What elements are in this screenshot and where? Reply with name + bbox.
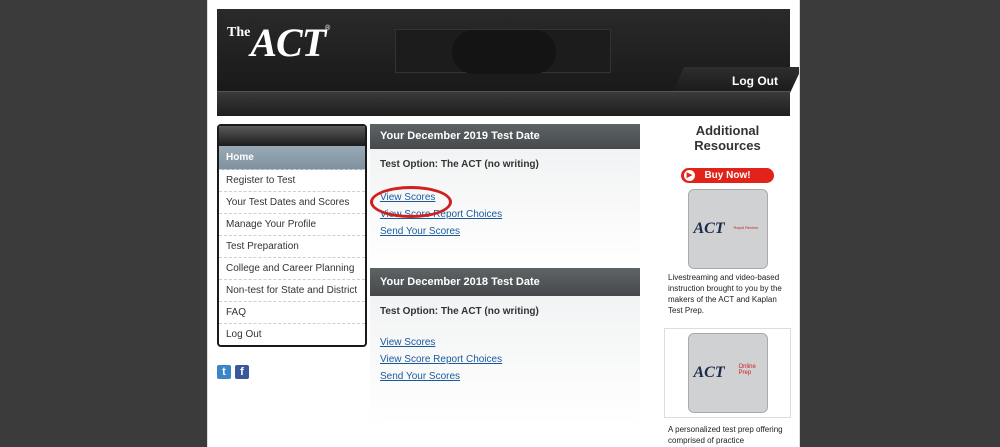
social-links: tf xyxy=(217,362,253,380)
resource-description: A personalized test prep offering compri… xyxy=(668,425,783,445)
redacted-area xyxy=(395,29,611,74)
twitter-icon[interactable]: t xyxy=(217,365,231,379)
test-date-panel-2019: Your December 2019 Test Date Test Option… xyxy=(370,124,640,269)
nav-item-college-career[interactable]: College and Career Planning xyxy=(219,258,365,280)
panel-body: Test Option: The ACT (no writing) View S… xyxy=(370,149,640,269)
nav-item-non-test[interactable]: Non-test for State and District xyxy=(219,280,365,302)
logo-the: The xyxy=(227,25,251,40)
tile-act-word: ACT xyxy=(693,220,725,237)
logo-registered: ® xyxy=(325,25,331,32)
rapid-review-tile[interactable]: ACT Rapid Review xyxy=(687,189,768,269)
header-banner: TheACT® Log Out xyxy=(217,9,799,116)
logo-act: ACT xyxy=(250,20,326,65)
act-logo[interactable]: TheACT® xyxy=(227,19,330,66)
additional-resources: Additional Resources ▶ Buy Now! ACT Rapi… xyxy=(664,123,791,447)
sidebar-nav: Home Register to Test Your Test Dates an… xyxy=(217,124,367,347)
resources-title: Additional Resources xyxy=(694,123,761,153)
panel-links: View Scores View Score Report Choices Se… xyxy=(380,337,630,382)
redaction-blob xyxy=(452,30,556,74)
test-option-text: Test Option: The ACT (no writing) xyxy=(380,159,539,170)
facebook-icon[interactable]: f xyxy=(235,365,249,379)
nav-item-test-dates-scores[interactable]: Your Test Dates and Scores xyxy=(219,192,365,214)
view-score-report-choices-link[interactable]: View Score Report Choices xyxy=(380,354,630,365)
page-container: TheACT® Log Out Home Register to Test Yo… xyxy=(207,0,800,447)
header-bottom-bar xyxy=(217,91,790,116)
tile-sub-label: Online Prep xyxy=(738,364,756,376)
test-date-panel-2018: Your December 2018 Test Date Test Option… xyxy=(370,268,640,426)
panel-links: View Scores View Score Report Choices Se… xyxy=(370,186,630,237)
send-your-scores-link[interactable]: Send Your Scores xyxy=(380,371,630,382)
nav-item-home[interactable]: Home xyxy=(219,146,365,170)
panel-title: Your December 2018 Test Date xyxy=(370,268,640,296)
test-option-text: Test Option: The ACT (no writing) xyxy=(380,306,539,317)
resource-card-online-prep: ACT Online Prep xyxy=(664,328,791,418)
nav-item-logout[interactable]: Log Out xyxy=(219,324,365,345)
panel-body: Test Option: The ACT (no writing) View S… xyxy=(370,296,640,426)
tile-act-word: ACT xyxy=(693,364,725,381)
nav-header-bar xyxy=(219,126,365,146)
highlight-circle xyxy=(370,186,452,218)
online-prep-tile[interactable]: ACT Online Prep xyxy=(687,333,768,413)
play-icon: ▶ xyxy=(684,170,695,181)
view-scores-link[interactable]: View Scores xyxy=(380,337,630,348)
panel-title: Your December 2019 Test Date xyxy=(370,124,640,149)
buy-now-label: Buy Now! xyxy=(704,170,751,181)
nav-item-register[interactable]: Register to Test xyxy=(219,170,365,192)
send-your-scores-link[interactable]: Send Your Scores xyxy=(380,226,630,237)
nav-item-test-preparation[interactable]: Test Preparation xyxy=(219,236,365,258)
buy-now-button[interactable]: ▶ Buy Now! xyxy=(681,168,774,183)
logout-link-header[interactable]: Log Out xyxy=(732,74,778,88)
nav-item-faq[interactable]: FAQ xyxy=(219,302,365,324)
resource-card-rapid-review: ACT Rapid Review Livestreaming and video… xyxy=(664,189,791,319)
resource-description: Livestreaming and video-based instructio… xyxy=(668,273,782,315)
nav-item-manage-profile[interactable]: Manage Your Profile xyxy=(219,214,365,236)
tile-sub-label: Rapid Review xyxy=(733,225,759,230)
